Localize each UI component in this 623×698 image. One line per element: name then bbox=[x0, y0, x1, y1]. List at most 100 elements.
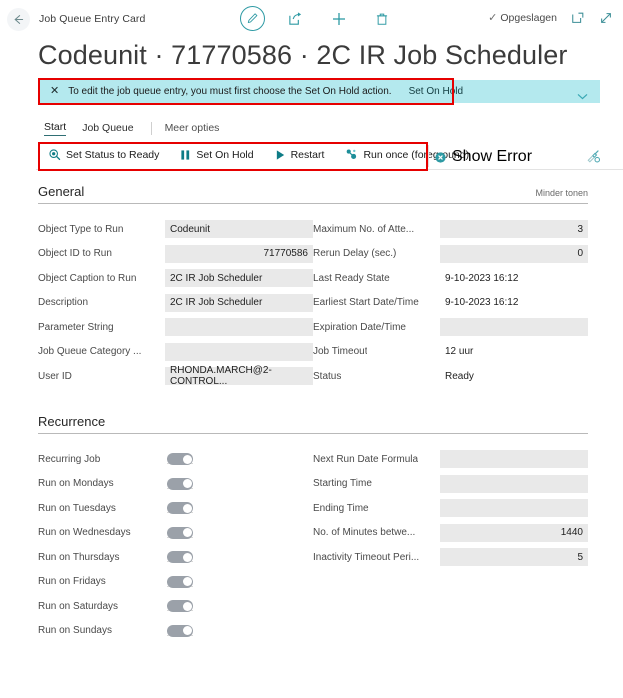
section-toggle-link[interactable]: Minder tonen bbox=[535, 188, 588, 199]
rerun-delay-input[interactable]: 0 bbox=[440, 244, 588, 263]
pause-icon bbox=[181, 149, 190, 160]
tab-job-queue[interactable]: Job Queue bbox=[82, 122, 133, 136]
label-dots bbox=[124, 601, 159, 612]
top-bar: Job Queue Entry Card ✓ Opgeslagen bbox=[0, 0, 623, 37]
label-dots bbox=[111, 576, 159, 587]
label-dots bbox=[395, 273, 434, 284]
next-run-date-formula-input[interactable] bbox=[440, 450, 588, 469]
user-id-input[interactable]: RHONDA.MARCH@2-CONTROL... bbox=[165, 365, 313, 387]
field-run-on-mondays: Run on Mondays bbox=[38, 472, 313, 497]
object-id-to-run-input[interactable]: 71770586 bbox=[165, 244, 313, 263]
toggle-cell bbox=[165, 575, 313, 588]
label-dots bbox=[420, 224, 434, 235]
field-last-ready-state: Last Ready State 9-10-2023 16:12 bbox=[313, 266, 588, 291]
field-label: Starting Time bbox=[313, 478, 372, 490]
label-dots bbox=[142, 273, 159, 284]
run-on-saturdays-toggle[interactable] bbox=[167, 600, 193, 613]
field-label: Parameter String bbox=[38, 321, 114, 333]
label-dots bbox=[421, 527, 434, 538]
description-input[interactable]: 2C IR Job Scheduler bbox=[165, 293, 313, 312]
share-icon bbox=[289, 12, 302, 25]
run-on-wednesdays-toggle[interactable] bbox=[167, 526, 193, 539]
earliest-start-date-time-value: 9-10-2023 16:12 bbox=[445, 297, 519, 309]
notification-bar: ✕ To edit the job queue entry, you must … bbox=[40, 80, 600, 103]
field-parameter-string: Parameter String bbox=[38, 315, 313, 340]
field-label: Object ID to Run bbox=[38, 248, 112, 260]
field-object-type-to-run: Object Type to Run Codeunit bbox=[38, 217, 313, 242]
field-label: Maximum No. of Atte... bbox=[313, 223, 415, 235]
share-button[interactable] bbox=[283, 6, 308, 31]
run-on-tuesdays-toggle[interactable] bbox=[167, 502, 193, 515]
toggle-cell bbox=[165, 600, 313, 613]
object-type-to-run-input[interactable]: Codeunit bbox=[165, 220, 313, 239]
new-button[interactable] bbox=[326, 6, 351, 31]
saved-label: Opgeslagen bbox=[500, 12, 557, 24]
toggle-cell bbox=[165, 624, 313, 637]
personalize-icon bbox=[587, 150, 601, 163]
breadcrumb[interactable]: Job Queue Entry Card bbox=[39, 13, 145, 25]
object-caption-to-run-input[interactable]: 2C IR Job Scheduler bbox=[165, 269, 313, 288]
recurring-job-toggle[interactable] bbox=[167, 453, 193, 466]
expiration-date-time-input[interactable] bbox=[440, 318, 588, 337]
section-recurrence: Recurrence Recurring Job Run on Mondays bbox=[38, 414, 588, 643]
run-on-mondays-toggle[interactable] bbox=[167, 477, 193, 490]
pencil-icon bbox=[247, 13, 258, 24]
close-icon[interactable]: ✕ bbox=[50, 86, 59, 97]
starting-time-input[interactable] bbox=[440, 474, 588, 493]
field-no-of-minutes-between-runs: No. of Minutes betwe... 1440 bbox=[313, 521, 588, 546]
expand-icon[interactable] bbox=[599, 11, 613, 25]
field-description: Description 2C IR Job Scheduler bbox=[38, 291, 313, 316]
label-dots bbox=[347, 371, 434, 382]
field-label: Run on Fridays bbox=[38, 576, 106, 588]
tab-start[interactable]: Start bbox=[44, 121, 67, 136]
field-status: Status Ready bbox=[313, 364, 588, 389]
field-columns: Recurring Job Run on Mondays Run on Tues… bbox=[38, 447, 588, 643]
run-on-thursdays-toggle[interactable] bbox=[167, 551, 193, 564]
toggle-cell bbox=[165, 453, 313, 466]
notification-message: To edit the job queue entry, you must fi… bbox=[68, 86, 392, 97]
label-dots bbox=[402, 248, 434, 259]
field-object-caption-to-run: Object Caption to Run 2C IR Job Schedule… bbox=[38, 266, 313, 291]
no-of-minutes-between-runs-input[interactable]: 1440 bbox=[440, 523, 588, 542]
inactivity-timeout-period-input[interactable]: 5 bbox=[440, 548, 588, 567]
field-maximum-no-of-attempts: Maximum No. of Atte... 3 bbox=[313, 217, 588, 242]
label-dots bbox=[373, 346, 434, 357]
action-restart[interactable]: Restart bbox=[275, 148, 325, 161]
toggle-knob bbox=[182, 601, 192, 611]
run-on-fridays-toggle[interactable] bbox=[167, 575, 193, 588]
toggle-cell bbox=[165, 551, 313, 564]
tab-more-options[interactable]: Meer opties bbox=[165, 122, 220, 136]
play-icon bbox=[276, 149, 284, 160]
ending-time-input[interactable] bbox=[440, 499, 588, 518]
field-label: Run on Sundays bbox=[38, 625, 112, 637]
parameter-string-input[interactable] bbox=[165, 318, 313, 337]
field-label: Expiration Date/Time bbox=[313, 321, 406, 333]
toggle-knob bbox=[182, 552, 192, 562]
back-arrow-icon bbox=[14, 15, 24, 24]
edit-button[interactable] bbox=[240, 6, 265, 31]
action-set-status-to-ready[interactable]: Set Status to Ready bbox=[48, 148, 159, 161]
chevron-down-icon[interactable] bbox=[577, 87, 588, 105]
recurrence-left-column: Recurring Job Run on Mondays Run on Tues… bbox=[38, 447, 313, 643]
run-on-sundays-toggle[interactable] bbox=[167, 624, 193, 637]
maximum-no-of-attempts-input[interactable]: 3 bbox=[440, 220, 588, 239]
field-starting-time: Starting Time bbox=[313, 472, 588, 497]
action-set-on-hold[interactable]: Set On Hold bbox=[180, 149, 254, 161]
field-label: No. of Minutes betwe... bbox=[313, 527, 416, 539]
action-show-error[interactable]: Show Error bbox=[434, 148, 532, 166]
field-label: Ending Time bbox=[313, 502, 369, 514]
open-in-new-window-icon[interactable] bbox=[571, 11, 585, 25]
field-run-on-saturdays: Run on Saturdays bbox=[38, 594, 313, 619]
personalize-button[interactable] bbox=[586, 149, 601, 169]
field-recurring-job: Recurring Job bbox=[38, 447, 313, 472]
back-button[interactable] bbox=[7, 8, 30, 31]
delete-button[interactable] bbox=[369, 6, 394, 31]
action-label: Restart bbox=[290, 148, 325, 161]
toggle-cell bbox=[165, 526, 313, 539]
job-queue-category-input[interactable] bbox=[165, 342, 313, 361]
label-dots bbox=[94, 297, 159, 308]
field-label: Last Ready State bbox=[313, 272, 390, 284]
notification-action-link[interactable]: Set On Hold bbox=[409, 86, 463, 97]
general-right-column: Maximum No. of Atte... 3 Rerun Delay (se… bbox=[313, 217, 588, 389]
field-label: User ID bbox=[38, 370, 72, 382]
